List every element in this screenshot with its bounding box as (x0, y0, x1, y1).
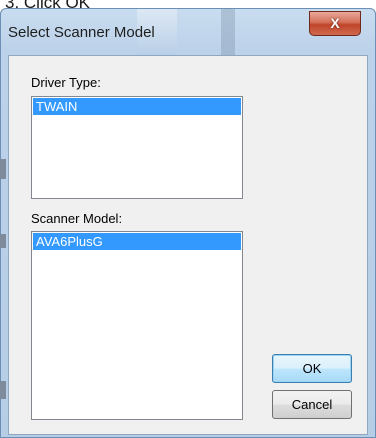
scanner-model-item-ava6plusg[interactable]: AVA6PlusG (33, 233, 241, 250)
dialog-client-area: Driver Type: TWAIN Scanner Model: AVA6Pl… (8, 55, 368, 435)
titlebar-glass-shade (221, 9, 235, 55)
frame-edge-mark (0, 159, 6, 179)
dialog-title: Select Scanner Model (8, 24, 155, 41)
frame-edge-mark (0, 234, 6, 248)
select-scanner-model-dialog: Select Scanner Model X Driver Type: TWAI… (0, 8, 376, 438)
ok-button[interactable]: OK (272, 354, 352, 383)
cancel-button[interactable]: Cancel (272, 390, 352, 419)
close-icon: X (330, 15, 340, 31)
driver-type-label: Driver Type: (31, 75, 101, 90)
driver-type-item-twain[interactable]: TWAIN (33, 98, 241, 115)
frame-edge-mark (0, 381, 6, 399)
scanner-model-label: Scanner Model: (31, 211, 123, 226)
title-bar[interactable]: Select Scanner Model X (1, 9, 375, 55)
scanner-model-listbox[interactable]: AVA6PlusG (31, 231, 243, 420)
close-button[interactable]: X (309, 11, 361, 36)
driver-type-listbox[interactable]: TWAIN (31, 96, 243, 199)
